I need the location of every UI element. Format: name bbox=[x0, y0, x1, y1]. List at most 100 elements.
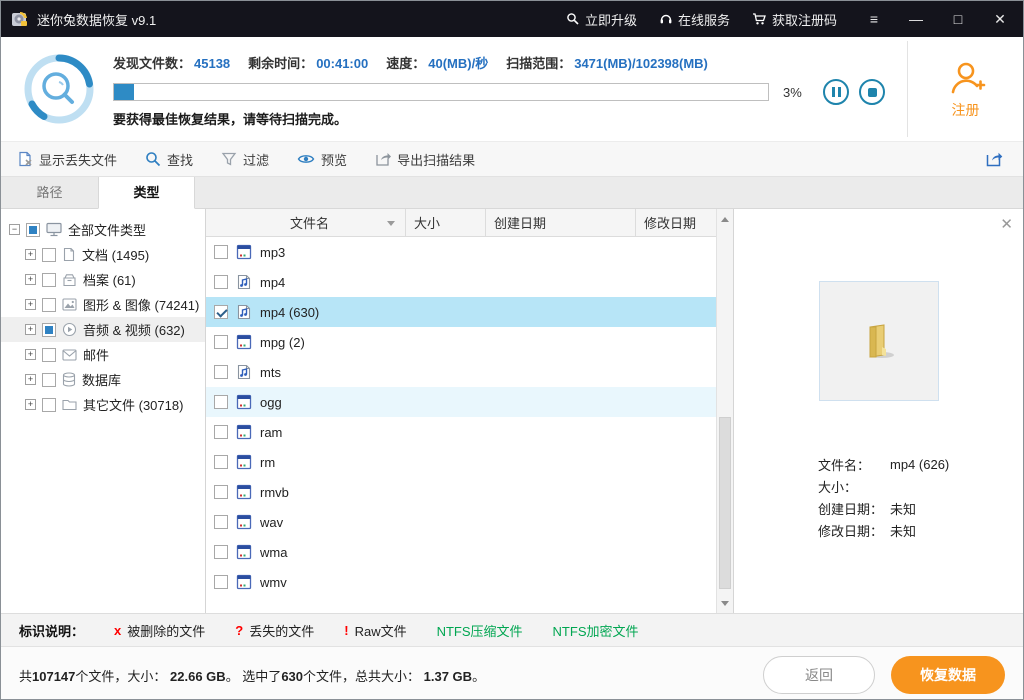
legend-title: 标识说明： bbox=[19, 621, 84, 640]
file-row-wma[interactable]: wma bbox=[206, 537, 716, 567]
mail-icon bbox=[62, 349, 77, 361]
pause-scan-button[interactable] bbox=[823, 79, 849, 105]
minimize-button[interactable]: — bbox=[905, 11, 927, 27]
maximize-button[interactable]: □ bbox=[947, 11, 969, 27]
scan-summary: 共107147个文件，大小： 22.66 GB。 选中了630个文件，总共大小：… bbox=[19, 666, 485, 685]
file-row-mpg[interactable]: mpg (2) bbox=[206, 327, 716, 357]
tree-item-email[interactable]: + 邮件 bbox=[1, 342, 205, 367]
expand-icon[interactable]: + bbox=[25, 349, 36, 360]
row-checkbox[interactable] bbox=[214, 275, 228, 289]
file-row-mp4[interactable]: mp4 bbox=[206, 267, 716, 297]
column-size[interactable]: 大小 bbox=[406, 209, 486, 236]
speed-label: 速度： bbox=[386, 56, 425, 71]
expand-icon[interactable]: + bbox=[25, 274, 36, 285]
list-scrollbar[interactable] bbox=[716, 209, 733, 613]
online-service-link[interactable]: 在线服务 bbox=[659, 10, 730, 29]
register-button[interactable]: 注册 bbox=[907, 41, 1023, 137]
stop-icon bbox=[868, 88, 877, 97]
find-button[interactable]: 查找 bbox=[145, 150, 193, 169]
scroll-up-icon[interactable] bbox=[717, 211, 733, 227]
export-results-button[interactable]: 导出扫描结果 bbox=[375, 150, 475, 169]
row-checkbox[interactable] bbox=[214, 245, 228, 259]
file-row-mts[interactable]: mts bbox=[206, 357, 716, 387]
info-modified-value: 未知 bbox=[890, 521, 916, 540]
tree-item-archives[interactable]: + 档案 (61) bbox=[1, 267, 205, 292]
column-modified[interactable]: 修改日期 bbox=[636, 209, 716, 236]
file-row-rmvb[interactable]: rmvb bbox=[206, 477, 716, 507]
recover-data-button[interactable]: 恢复数据 bbox=[891, 656, 1005, 694]
tree-root-all-types[interactable]: − 全部文件类型 bbox=[1, 217, 205, 242]
legend-lost-files: ?丢失的文件 bbox=[235, 621, 314, 640]
tree-item-other-files[interactable]: + 其它文件 (30718) bbox=[1, 392, 205, 417]
show-lost-files-button[interactable]: 显示丢失文件 bbox=[17, 150, 117, 169]
stop-scan-button[interactable] bbox=[859, 79, 885, 105]
file-row-ram[interactable]: ram bbox=[206, 417, 716, 447]
expand-icon[interactable]: + bbox=[25, 399, 36, 410]
tree-root-checkbox[interactable] bbox=[26, 223, 40, 237]
get-license-link[interactable]: 获取注册码 bbox=[752, 10, 837, 29]
scroll-down-icon[interactable] bbox=[717, 595, 733, 611]
media-file-icon bbox=[236, 424, 252, 440]
row-checkbox[interactable] bbox=[214, 455, 228, 469]
expand-icon[interactable]: + bbox=[25, 374, 36, 385]
tab-type[interactable]: 类型 bbox=[98, 177, 195, 209]
preview-close-icon[interactable]: ✕ bbox=[1000, 215, 1013, 233]
file-row-mp4-630[interactable]: mp4 (630) bbox=[206, 297, 716, 327]
row-checkbox[interactable] bbox=[214, 395, 228, 409]
files-found-label: 发现文件数： bbox=[113, 56, 191, 71]
expand-icon[interactable]: + bbox=[25, 249, 36, 260]
back-button[interactable]: 返回 bbox=[763, 656, 875, 694]
tree-checkbox[interactable] bbox=[42, 298, 56, 312]
upgrade-link[interactable]: 立即升级 bbox=[566, 10, 637, 29]
media-file-icon bbox=[236, 244, 252, 260]
tab-path[interactable]: 路径 bbox=[1, 177, 98, 209]
register-label: 注册 bbox=[952, 100, 980, 120]
file-row-rm[interactable]: rm bbox=[206, 447, 716, 477]
files-found-value: 45138 bbox=[194, 56, 230, 71]
row-checkbox[interactable] bbox=[214, 575, 228, 589]
file-row-ogg[interactable]: ogg bbox=[206, 387, 716, 417]
file-row-wmv[interactable]: wmv bbox=[206, 567, 716, 597]
tree-checkbox[interactable] bbox=[42, 273, 56, 287]
row-checkbox[interactable] bbox=[214, 545, 228, 559]
menu-button[interactable]: ≡ bbox=[863, 11, 885, 27]
pause-icon bbox=[832, 87, 841, 97]
file-row-mp3[interactable]: mp3 bbox=[206, 237, 716, 267]
tree-checkbox[interactable] bbox=[42, 398, 56, 412]
tab-strip: 路径 类型 bbox=[1, 177, 1023, 209]
column-created[interactable]: 创建日期 bbox=[486, 209, 636, 236]
column-filename[interactable]: 文件名 bbox=[206, 209, 406, 236]
row-checkbox-checked[interactable] bbox=[214, 305, 228, 319]
row-checkbox[interactable] bbox=[214, 515, 228, 529]
row-checkbox[interactable] bbox=[214, 365, 228, 379]
row-checkbox[interactable] bbox=[214, 425, 228, 439]
tree-checkbox[interactable] bbox=[42, 248, 56, 262]
tree-checkbox-checked[interactable] bbox=[42, 323, 56, 337]
tree-item-database[interactable]: + 数据库 bbox=[1, 367, 205, 392]
file-info: 文件名：mp4 (626) 大小： 创建日期：未知 修改日期：未知 bbox=[818, 453, 949, 541]
progress-percent: 3% bbox=[783, 85, 813, 100]
filter-button[interactable]: 过滤 bbox=[221, 150, 269, 169]
preview-button[interactable]: 预览 bbox=[297, 150, 347, 169]
scan-range-label: 扫描范围： bbox=[506, 56, 571, 71]
file-list-header: 文件名 大小 创建日期 修改日期 bbox=[206, 209, 733, 237]
expand-icon[interactable]: + bbox=[25, 299, 36, 310]
close-button[interactable]: ✕ bbox=[989, 11, 1011, 28]
export-icon bbox=[375, 151, 391, 167]
media-file-icon bbox=[236, 484, 252, 500]
row-checkbox[interactable] bbox=[214, 485, 228, 499]
tree-item-audio-video[interactable]: + 音频 & 视频 (632) bbox=[1, 317, 205, 342]
folder-icon bbox=[62, 398, 77, 411]
collapse-icon[interactable]: − bbox=[9, 224, 20, 235]
row-checkbox[interactable] bbox=[214, 335, 228, 349]
scanning-spinner-icon bbox=[19, 49, 99, 129]
expand-icon[interactable]: + bbox=[25, 324, 36, 335]
tree-checkbox[interactable] bbox=[42, 348, 56, 362]
cart-icon bbox=[752, 12, 767, 26]
file-row-wav[interactable]: wav bbox=[206, 507, 716, 537]
tree-item-documents[interactable]: + 文档 (1495) bbox=[1, 242, 205, 267]
share-export-button[interactable] bbox=[985, 150, 1003, 168]
scrollbar-thumb[interactable] bbox=[719, 417, 731, 589]
tree-checkbox[interactable] bbox=[42, 373, 56, 387]
tree-item-images[interactable]: + 图形 & 图像 (74241) bbox=[1, 292, 205, 317]
